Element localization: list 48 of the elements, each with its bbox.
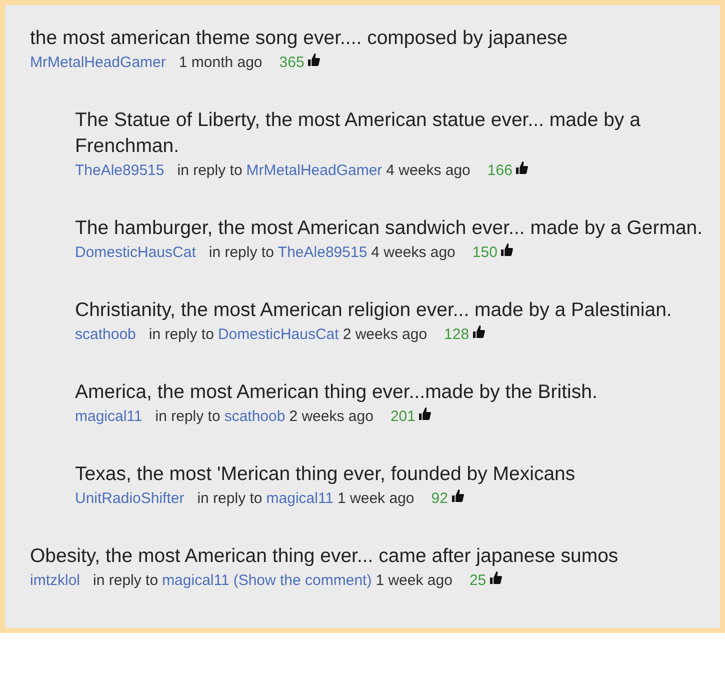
comment-text: America, the most American thing ever...made by the British. — [75, 380, 598, 405]
reply-to-link[interactable]: magical11 — [266, 490, 334, 506]
reply-label: in reply to — [208, 244, 274, 260]
comment-time: 2 weeks ago — [342, 326, 428, 342]
like-count: 166 — [487, 162, 512, 178]
comment-time: 1 month ago — [178, 54, 262, 70]
like-count: 201 — [390, 408, 416, 424]
reply-to-link[interactable]: DomesticHausCat — [218, 326, 339, 342]
reply-label: in reply to — [155, 408, 220, 424]
thumbs-up-icon[interactable] — [308, 53, 320, 66]
reply-to-link[interactable]: TheAle89515 — [278, 244, 368, 260]
comment-text: The Statue of Liberty, the most American statue ever... made by a Frenchman. — [75, 108, 642, 159]
author-link[interactable]: magical11 — [75, 408, 142, 424]
like-count: 128 — [444, 326, 470, 342]
like-count: 25 — [469, 572, 486, 588]
reply-to-link[interactable]: MrMetalHeadGamer — [246, 162, 382, 178]
reply-to-link[interactable]: scathoob — [224, 408, 286, 424]
comment-time: 1 week ago — [338, 490, 414, 506]
like-count: 92 — [431, 490, 448, 506]
reply-label: in reply to — [93, 572, 158, 588]
comment-text: Christianity, the most American religion ever... made by a Palestinian. — [75, 298, 673, 323]
thumbs-up-icon[interactable] — [516, 161, 528, 174]
author-link[interactable]: TheAle89515 — [75, 162, 164, 178]
comment-time: 2 weeks ago — [289, 408, 374, 424]
comment-time: 4 weeks ago — [386, 162, 470, 178]
comment-text: Obesity, the most American thing ever... came after japanese sumos — [30, 544, 620, 569]
comment-text: The hamburger, the most American sandwich ever... made by a German. — [75, 216, 704, 241]
reply-label: in reply to — [197, 490, 262, 506]
thumbs-up-icon[interactable] — [452, 489, 464, 502]
comment-time: 4 weeks ago — [371, 244, 456, 260]
thumbs-up-icon[interactable] — [490, 571, 502, 584]
author-link[interactable]: scathoob — [75, 326, 136, 342]
thumbs-up-icon[interactable] — [501, 243, 514, 256]
comment-text: the most american theme song ever.... composed by japanese — [30, 26, 569, 51]
like-count: 150 — [472, 244, 498, 260]
author-link[interactable]: imtzklol — [30, 572, 80, 588]
thumbs-up-icon[interactable] — [419, 407, 432, 420]
author-link[interactable]: MrMetalHeadGamer — [30, 54, 166, 70]
thumbs-up-icon[interactable] — [473, 325, 486, 338]
show-comment-link[interactable]: (Show the comment) — [233, 572, 372, 588]
author-link[interactable]: UnitRadioShifter — [75, 490, 184, 506]
reply-to-link[interactable]: magical11 — [162, 572, 230, 588]
reply-label: in reply to — [148, 326, 214, 342]
author-link[interactable]: DomesticHausCat — [75, 244, 196, 260]
comment-time: 1 week ago — [376, 572, 452, 588]
reply-label: in reply to — [177, 162, 242, 178]
like-count: 365 — [279, 54, 304, 70]
comment-text: Texas, the most 'Merican thing ever, founded by Mexicans — [75, 462, 576, 487]
